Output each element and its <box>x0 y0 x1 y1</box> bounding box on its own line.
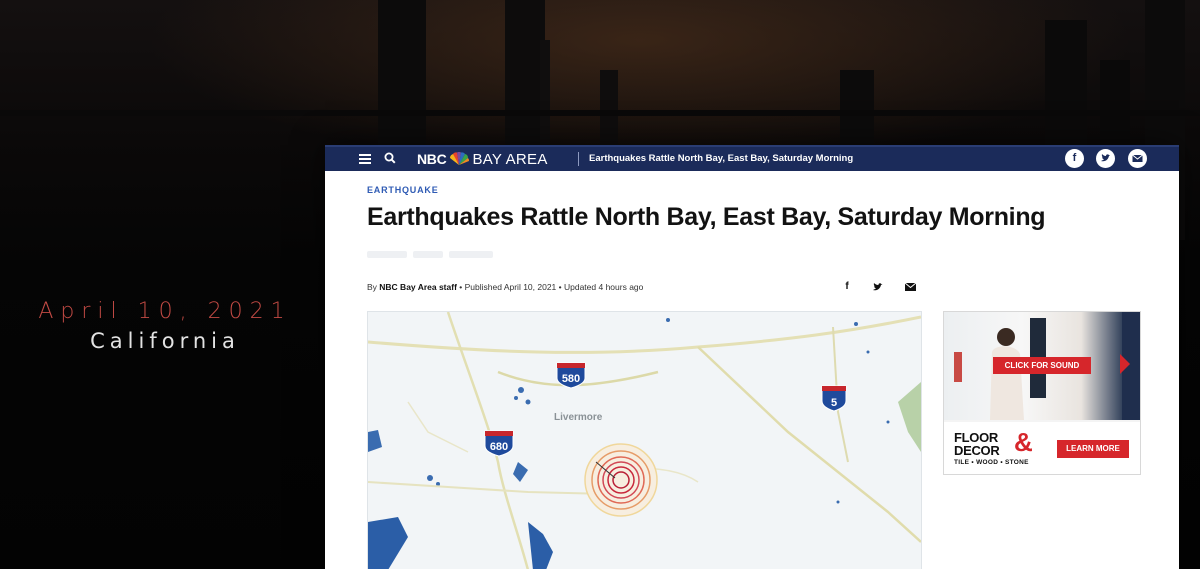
byline-prefix: By <box>367 282 380 292</box>
svg-text:680: 680 <box>490 441 508 453</box>
nav-facebook-icon[interactable]: f <box>1065 149 1084 168</box>
article-category[interactable]: EARTHQUAKE <box>367 185 439 195</box>
share-facebook-icon[interactable]: f <box>841 281 853 292</box>
ad-footer: FLOOR & DECOR TILE • WOOD • STONE LEARN … <box>944 422 1140 474</box>
nav-email-icon[interactable] <box>1128 149 1147 168</box>
svg-text:5: 5 <box>831 397 837 409</box>
ad-click-for-sound[interactable]: CLICK FOR SOUND <box>993 357 1091 374</box>
faded-subtext <box>367 245 527 258</box>
ad-tagline: TILE • WOOD • STONE <box>954 459 1029 466</box>
article-headline: Earthquakes Rattle North Bay, East Bay, … <box>367 203 1046 231</box>
highway-580-shield: 580 <box>556 362 586 389</box>
logo-nbc-text: NBC <box>417 151 447 167</box>
byline-dates: • Published April 10, 2021 • Updated 4 h… <box>456 282 644 292</box>
search-icon[interactable] <box>383 151 397 165</box>
caption-date: April 10, 2021 <box>38 299 292 324</box>
ad-learn-more-button[interactable]: LEARN MORE <box>1057 440 1129 458</box>
logo-area-text: BAY AREA <box>472 150 548 168</box>
map-terrain: 580 680 5 <box>368 312 921 569</box>
peacock-logo-icon <box>450 152 470 165</box>
nav-divider <box>578 152 579 166</box>
share-email-icon[interactable] <box>904 282 916 294</box>
highway-5-shield: 5 <box>821 385 847 412</box>
ad-brand-decor: DECOR <box>954 443 1000 458</box>
nav-article-title: Earthquakes Rattle North Bay, East Bay, … <box>589 153 854 164</box>
highway-680-shield: 680 <box>484 430 514 457</box>
epicenter-marker <box>584 443 658 517</box>
map-town-label: Livermore <box>554 412 603 423</box>
earthquake-map[interactable]: 580 680 5 Livermore <box>367 311 922 569</box>
share-twitter-icon[interactable] <box>872 282 884 295</box>
ad-brand-ampersand: & <box>1014 427 1033 457</box>
nav-twitter-icon[interactable] <box>1096 149 1115 168</box>
byline-author[interactable]: NBC Bay Area staff <box>379 282 457 292</box>
site-navbar: NBC BAY AREA Earthquakes Rattle North Ba… <box>325 145 1179 171</box>
floor-decor-ad[interactable]: CLICK FOR SOUND FLOOR & DECOR TILE • WOO… <box>943 311 1141 475</box>
article-byline: By NBC Bay Area staff • Published April … <box>367 282 643 292</box>
video-caption: April 10, 2021 California <box>0 298 330 356</box>
hamburger-menu-icon[interactable] <box>359 152 371 166</box>
article-page: NBC BAY AREA Earthquakes Rattle North Ba… <box>325 145 1179 569</box>
svg-text:580: 580 <box>562 373 580 385</box>
site-logo[interactable]: NBC BAY AREA <box>417 149 548 169</box>
caption-location: California <box>90 329 240 353</box>
